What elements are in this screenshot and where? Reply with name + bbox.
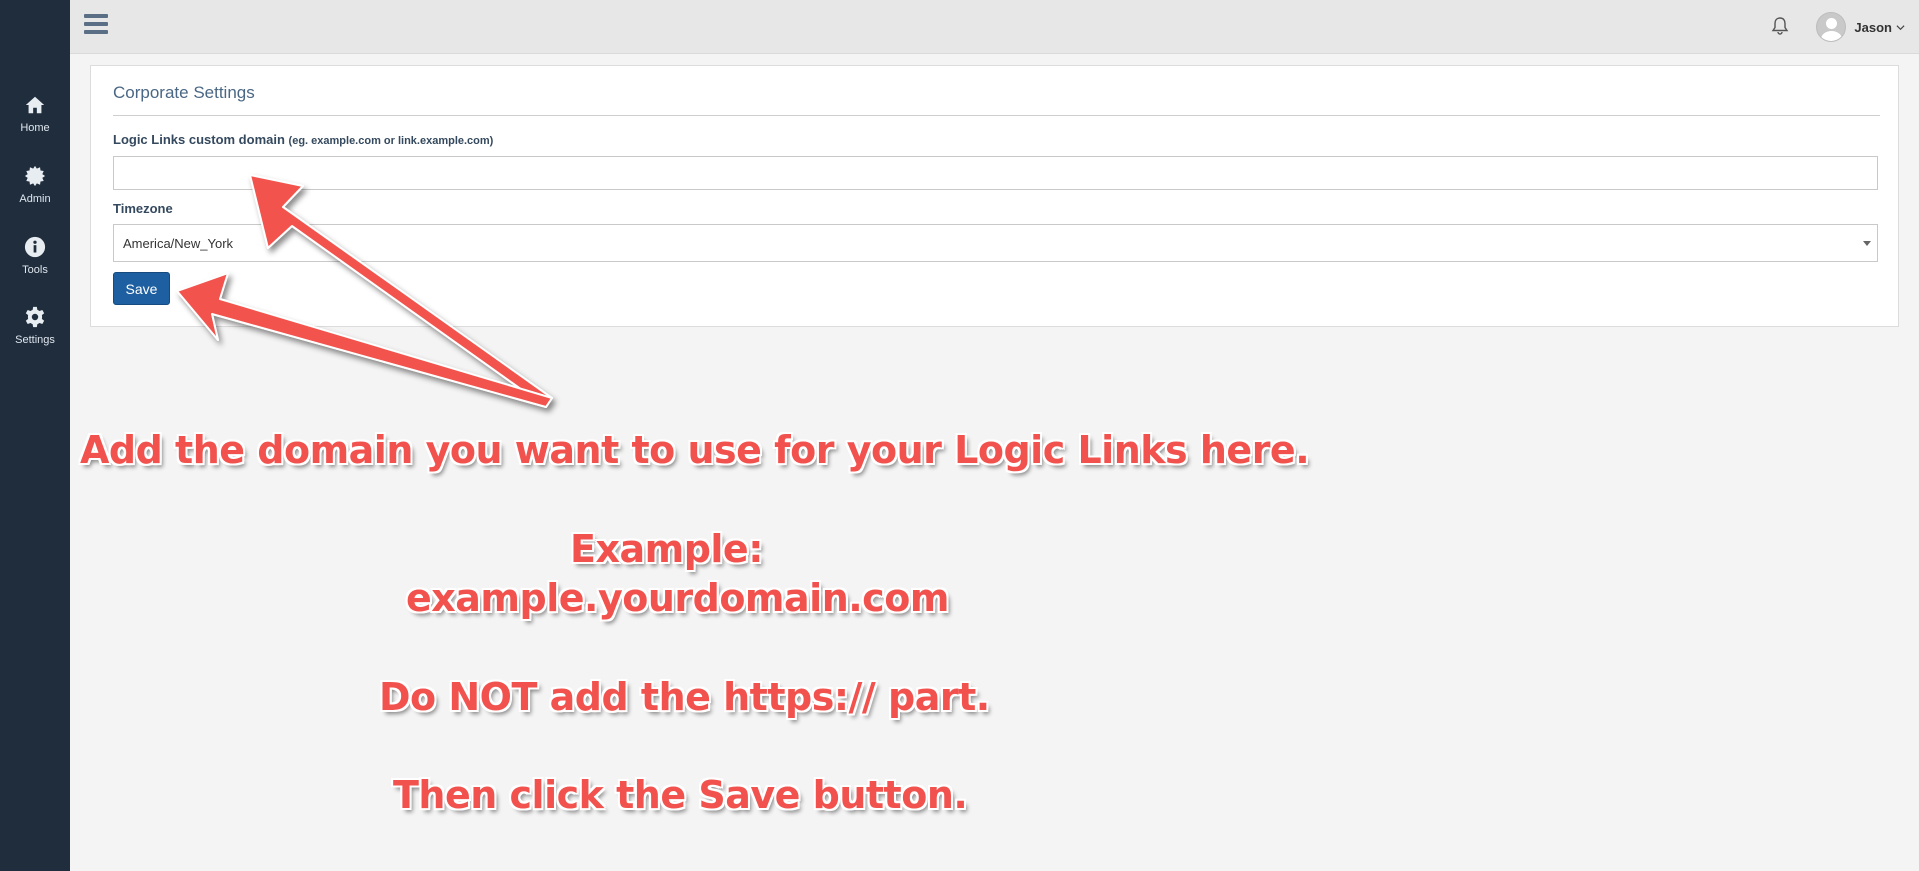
sidebar-item-admin[interactable]: Admin (0, 165, 70, 229)
gear-burst-icon (24, 165, 46, 187)
avatar (1816, 12, 1847, 42)
home-icon (25, 96, 45, 114)
domain-hint: (eg. example.com or link.example.com) (288, 135, 494, 147)
sidebar-item-settings[interactable]: Settings (0, 306, 70, 370)
corporate-settings-panel: Corporate Settings Logic Links custom do… (90, 65, 1899, 327)
user-name: Jason (1854, 19, 1892, 35)
custom-domain-input[interactable] (113, 156, 1878, 190)
annotation-line-1: Add the domain you want to use for your … (80, 428, 1310, 472)
timezone-label: Timezone (113, 201, 173, 216)
divider (113, 115, 1880, 116)
sidebar-item-label: Tools (22, 264, 48, 276)
caret-down-icon (1863, 241, 1871, 246)
timezone-select[interactable]: America/New_York (113, 224, 1878, 262)
sidebar-item-tools[interactable]: Tools (0, 236, 70, 300)
sidebar-item-label: Settings (15, 334, 55, 346)
annotation-line-4: Do NOT add the https:// part. (379, 675, 990, 719)
bell-icon[interactable] (1771, 16, 1789, 36)
page-title: Corporate Settings (113, 83, 255, 102)
annotation-line-3: example.yourdomain.com (406, 576, 949, 620)
user-menu[interactable]: Jason (1816, 12, 1905, 42)
domain-field-label: Logic Links custom domain (eg. example.c… (113, 132, 493, 147)
hamburger-menu-icon[interactable] (84, 14, 108, 36)
chevron-down-icon (1896, 24, 1905, 30)
timezone-selected-value: America/New_York (123, 236, 234, 251)
sidebar-item-home[interactable]: Home (0, 94, 70, 158)
top-header: Jason (70, 0, 1919, 54)
annotation-line-5: Then click the Save button. (393, 773, 968, 817)
info-icon (24, 236, 46, 258)
sidebar: Home Admin Tools Settings (0, 0, 70, 871)
domain-label-text: Logic Links custom domain (113, 132, 285, 147)
sidebar-item-label: Admin (19, 193, 51, 205)
save-button[interactable]: Save (113, 272, 170, 305)
gear-icon (25, 306, 45, 328)
annotation-line-2: Example: (570, 527, 763, 571)
sidebar-item-label: Home (20, 122, 50, 134)
